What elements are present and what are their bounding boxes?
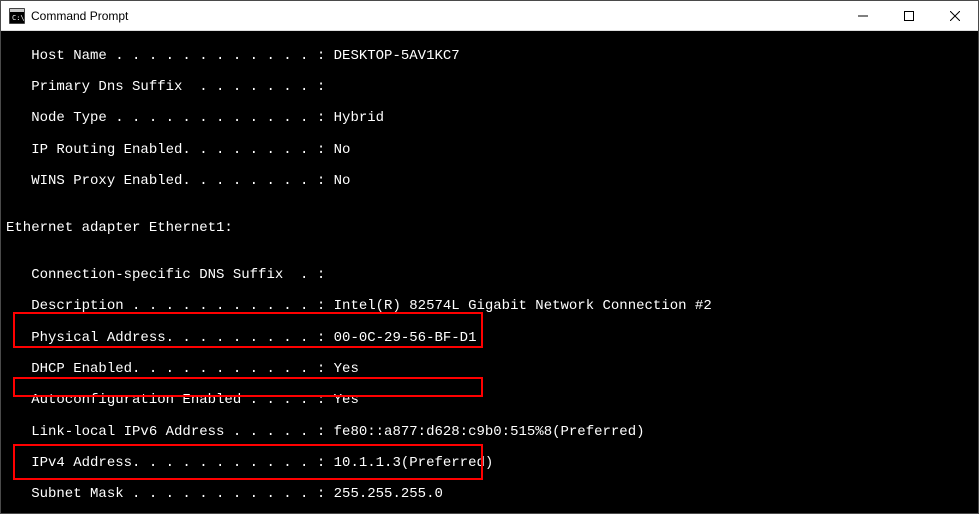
window-controls <box>840 1 978 30</box>
output-line: IPv4 Address. . . . . . . . . . . : 10.1… <box>1 456 978 472</box>
output-line: Primary Dns Suffix . . . . . . . : <box>1 80 978 96</box>
titlebar: C:\ Command Prompt <box>1 1 978 31</box>
output-line: Node Type . . . . . . . . . . . . : Hybr… <box>1 111 978 127</box>
window-title: Command Prompt <box>31 9 840 23</box>
output-line: Subnet Mask . . . . . . . . . . . : 255.… <box>1 487 978 503</box>
output-line: Connection-specific DNS Suffix . : <box>1 268 978 284</box>
output-line: Autoconfiguration Enabled . . . . : Yes <box>1 393 978 409</box>
output-line: Description . . . . . . . . . . . : Inte… <box>1 299 978 315</box>
output-line: DHCP Enabled. . . . . . . . . . . : Yes <box>1 362 978 378</box>
svg-text:C:\: C:\ <box>12 14 25 22</box>
output-line: WINS Proxy Enabled. . . . . . . . : No <box>1 174 978 190</box>
minimize-button[interactable] <box>840 1 886 30</box>
cmd-icon: C:\ <box>9 8 25 24</box>
maximize-button[interactable] <box>886 1 932 30</box>
command-prompt-window: C:\ Command Prompt Host Name . . . . . .… <box>0 0 979 514</box>
terminal-output[interactable]: Host Name . . . . . . . . . . . . : DESK… <box>1 31 978 513</box>
close-button[interactable] <box>932 1 978 30</box>
output-line: IP Routing Enabled. . . . . . . . : No <box>1 143 978 159</box>
output-line: Host Name . . . . . . . . . . . . : DESK… <box>1 49 978 65</box>
output-line: Physical Address. . . . . . . . . : 00-0… <box>1 331 978 347</box>
output-line: Link-local IPv6 Address . . . . . : fe80… <box>1 425 978 441</box>
output-line: Ethernet adapter Ethernet1: <box>1 221 978 237</box>
